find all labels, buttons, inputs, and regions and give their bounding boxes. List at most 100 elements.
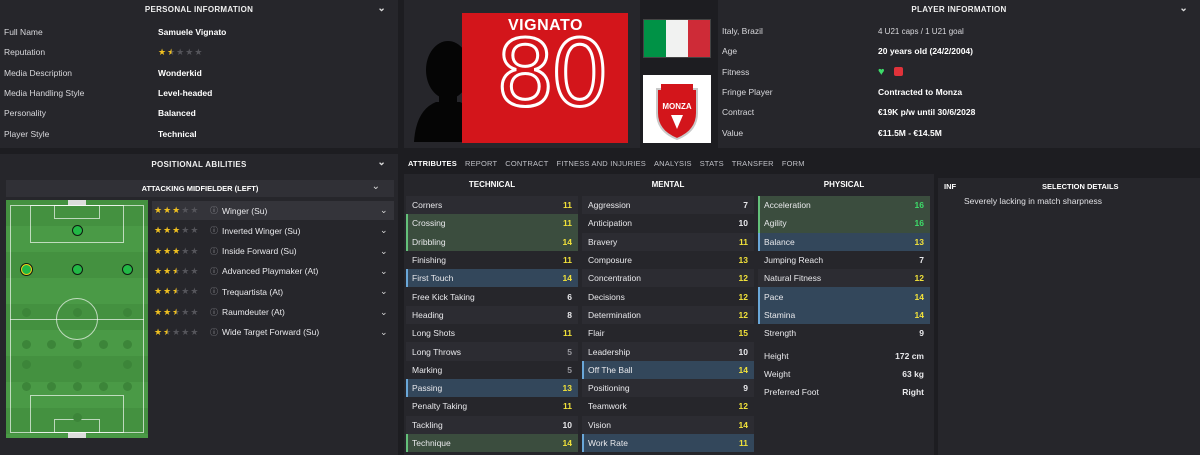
chevron-down-icon[interactable]: ⌄	[377, 3, 386, 14]
attribute-row[interactable]: Concentration 12	[582, 269, 754, 288]
info-value: €11.5M - €14.5M	[878, 127, 942, 138]
info-icon[interactable]: ⓘ	[210, 225, 222, 236]
tab-report[interactable]: REPORT	[461, 157, 501, 170]
tab-attributes[interactable]: ATTRIBUTES	[404, 157, 461, 170]
position-title: ATTACKING MIDFIELDER (LEFT)	[141, 184, 259, 193]
personal-info-header[interactable]: PERSONAL INFORMATION ⌄	[0, 0, 398, 18]
attribute-row[interactable]: Marking 5	[406, 360, 578, 379]
attribute-name: Acceleration	[764, 200, 811, 211]
role-row[interactable]: ★★★★★ ⓘ Inside Forward (Su) ⌄	[152, 242, 394, 261]
attribute-row[interactable]: Balance 13	[758, 232, 930, 251]
attribute-row[interactable]: Aggression 7	[582, 196, 754, 215]
attribute-row[interactable]: Anticipation 10	[582, 214, 754, 233]
attribute-row[interactable]: Long Shots 11	[406, 324, 578, 343]
attribute-row[interactable]: Technique 14	[406, 433, 578, 453]
player-info-header[interactable]: PLAYER INFORMATION ⌄	[718, 0, 1200, 18]
attribute-row[interactable]: Long Throws 5	[406, 342, 578, 361]
attribute-row[interactable]: Corners 11	[406, 196, 578, 215]
attribute-row[interactable]: Tackling 10	[406, 415, 578, 434]
attribute-row[interactable]: Jumping Reach 7	[758, 250, 930, 270]
info-label: Fringe Player	[722, 87, 773, 98]
chevron-down-icon[interactable]: ⌄	[372, 181, 380, 192]
tab-contract[interactable]: CONTRACT	[501, 157, 552, 170]
info-label: Value	[722, 127, 744, 138]
personal-row: Media Description Wonderkid	[0, 63, 398, 83]
info-icon[interactable]: ⓘ	[210, 246, 222, 257]
attribute-name: Free Kick Taking	[412, 291, 475, 302]
positional-abilities-header[interactable]: POSITIONAL ABILITIES ⌄	[0, 154, 398, 174]
attribute-value: 12	[738, 291, 748, 302]
info-icon[interactable]: ⓘ	[210, 307, 222, 318]
attribute-row[interactable]: Agility 16	[758, 214, 930, 233]
attribute-row[interactable]: Work Rate 11	[582, 433, 754, 453]
shirt-number: 80	[494, 20, 610, 127]
role-row[interactable]: ★★★★★ ⓘ Inverted Winger (Su) ⌄	[152, 221, 394, 240]
attribute-value: 14	[914, 291, 924, 302]
attribute-row[interactable]: Off The Ball 14	[582, 360, 754, 379]
position-selector[interactable]: ATTACKING MIDFIELDER (LEFT) ⌄	[6, 180, 394, 197]
attribute-row[interactable]: Finishing 11	[406, 250, 578, 270]
role-row[interactable]: ★★★★★ ⓘ Wide Target Forward (Su) ⌄	[152, 323, 394, 342]
info-icon[interactable]: ⓘ	[210, 286, 222, 297]
attribute-row[interactable]: Leadership 10	[582, 342, 754, 361]
role-name: Trequartista (At)	[222, 286, 284, 297]
attribute-row[interactable]: First Touch 14	[406, 269, 578, 288]
attribute-row[interactable]: Determination 12	[582, 305, 754, 325]
attribute-row[interactable]: Teamwork 12	[582, 397, 754, 416]
info-icon[interactable]: ⓘ	[210, 327, 222, 338]
role-stars: ★★★★★	[154, 306, 200, 317]
attribute-row[interactable]: Decisions 12	[582, 287, 754, 306]
chevron-down-icon[interactable]: ⌄	[380, 225, 394, 236]
info-icon[interactable]: ⓘ	[210, 266, 222, 277]
attribute-row[interactable]: Stamina 14	[758, 305, 930, 325]
position-amr-marker[interactable]	[122, 264, 133, 275]
chevron-down-icon[interactable]: ⌄	[380, 205, 394, 216]
tab-analysis[interactable]: ANALYSIS	[650, 157, 696, 170]
tab-transfer[interactable]: TRANSFER	[728, 157, 778, 170]
attribute-row[interactable]: Heading 8	[406, 305, 578, 325]
attribute-value: 5	[567, 364, 572, 375]
attribute-value: 13	[738, 255, 748, 266]
attribute-row[interactable]: Acceleration 16	[758, 196, 930, 215]
chevron-down-icon[interactable]: ⌄	[377, 157, 386, 168]
tab-stats[interactable]: STATS	[696, 157, 728, 170]
role-row[interactable]: ★★★★★ ⓘ Raumdeuter (At) ⌄	[152, 303, 394, 322]
role-row[interactable]: ★★★★★ ⓘ Winger (Su) ⌄	[152, 201, 394, 220]
tab-form[interactable]: FORM	[778, 157, 809, 170]
role-row[interactable]: ★★★★★ ⓘ Advanced Playmaker (At) ⌄	[152, 262, 394, 281]
attribute-row[interactable]: Penalty Taking 11	[406, 397, 578, 416]
attribute-value: 14	[738, 419, 748, 430]
attribute-row[interactable]: Bravery 11	[582, 232, 754, 251]
attribute-name: Decisions	[588, 291, 625, 302]
role-stars: ★★★★★	[154, 326, 200, 337]
chevron-down-icon[interactable]: ⌄	[1179, 3, 1188, 14]
attribute-row[interactable]: Free Kick Taking 6	[406, 287, 578, 306]
chevron-down-icon[interactable]: ⌄	[380, 307, 394, 318]
chevron-down-icon[interactable]: ⌄	[380, 327, 394, 338]
attribute-row[interactable]: Passing 13	[406, 378, 578, 398]
role-row[interactable]: ★★★★★ ⓘ Trequartista (At) ⌄	[152, 282, 394, 301]
chevron-down-icon[interactable]: ⌄	[380, 246, 394, 257]
attribute-value: 14	[738, 364, 748, 375]
attribute-row[interactable]: Flair 15	[582, 324, 754, 343]
attribute-row[interactable]: Strength 9	[758, 324, 930, 343]
position-amc-marker[interactable]	[72, 264, 83, 275]
attribute-row[interactable]: Composure 13	[582, 250, 754, 270]
attribute-value: 10	[738, 346, 748, 357]
chevron-down-icon[interactable]: ⌄	[380, 266, 394, 277]
position-st-marker[interactable]	[72, 225, 83, 236]
attribute-value: 12	[738, 273, 748, 284]
attribute-row[interactable]: Natural Fitness 12	[758, 269, 930, 288]
attribute-row[interactable]: Pace 14	[758, 287, 930, 306]
attribute-row[interactable]: Dribbling 14	[406, 232, 578, 251]
position-aml-marker[interactable]	[21, 264, 32, 275]
attribute-row[interactable]: Crossing 11	[406, 214, 578, 233]
attribute-value: 5	[567, 346, 572, 357]
info-icon[interactable]: ⓘ	[210, 205, 222, 216]
info-value: 20 years old (24/2/2004)	[878, 46, 973, 57]
attribute-row[interactable]: Positioning 9	[582, 378, 754, 398]
attribute-row[interactable]: Vision 14	[582, 415, 754, 434]
chevron-down-icon[interactable]: ⌄	[380, 286, 394, 297]
role-name: Wide Target Forward (Su)	[222, 327, 320, 338]
tab-fitness-and-injuries[interactable]: FITNESS AND INJURIES	[553, 157, 650, 170]
